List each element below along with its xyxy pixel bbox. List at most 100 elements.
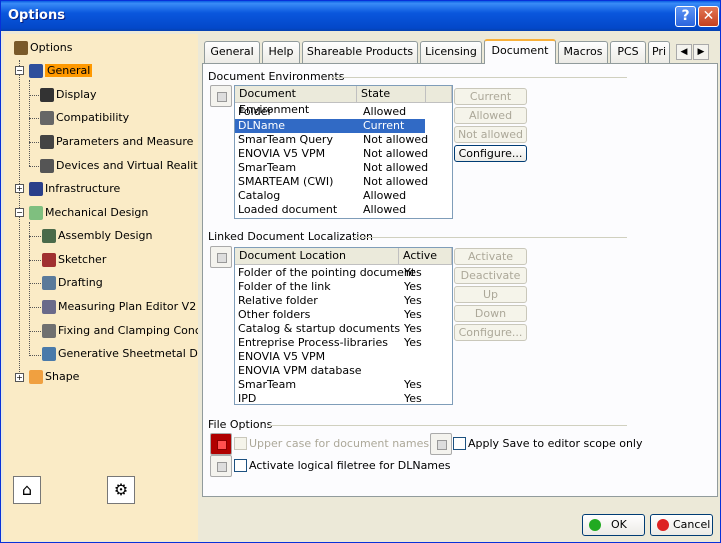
linked-doc-location: Relative folder xyxy=(238,294,318,307)
tab-shareable-products[interactable]: Shareable Products xyxy=(302,41,418,63)
tree-item-label: Mechanical Design xyxy=(45,206,149,219)
linked-doc-row[interactable]: ENOVIA VPM database xyxy=(235,364,452,378)
tree-line xyxy=(29,355,41,356)
tree-item-infrastructure[interactable]: Infrastructure xyxy=(29,179,120,199)
document-tab-panel: Document Environments Document Environme… xyxy=(202,63,718,497)
tab-pcs[interactable]: PCS xyxy=(610,41,646,63)
linked-doc-row[interactable]: Catalog & startup documents Yes xyxy=(235,322,452,336)
linked-doc-row[interactable]: Folder of the pointing document Yes xyxy=(235,266,452,280)
expander-shape[interactable]: + xyxy=(15,373,24,382)
tree-item-assembly[interactable]: Assembly Design xyxy=(42,226,153,246)
doc-env-lock-icon[interactable] xyxy=(210,85,232,107)
doc-env-list[interactable]: Document Environment State Folder Allowe… xyxy=(234,85,453,219)
cancel-label: Cancel xyxy=(673,518,711,531)
linked-doc-row[interactable]: Relative folder Yes xyxy=(235,294,452,308)
tab-pri[interactable]: Pri xyxy=(648,41,670,63)
expander-general[interactable]: − xyxy=(15,66,24,75)
tree-item-drafting[interactable]: Drafting xyxy=(42,273,103,293)
tree-item-sheetmetal[interactable]: Generative Sheetmetal Design xyxy=(42,344,198,364)
linked-doc-location: Folder of the pointing document xyxy=(238,266,416,279)
tree-item-display[interactable]: Display xyxy=(40,85,97,105)
logical-filetree-checkbox[interactable] xyxy=(234,459,247,472)
linked-doc-list[interactable]: Document Location Active Folder of the p… xyxy=(234,247,453,405)
tree-root-options[interactable]: Options xyxy=(14,38,72,58)
linked-doc-configure-button[interactable]: Configure... xyxy=(454,324,527,341)
not-allowed-button[interactable]: Not allowed xyxy=(454,126,527,143)
linked-doc-header-active[interactable]: Active xyxy=(399,248,452,265)
tree-item-general[interactable]: General xyxy=(29,61,93,81)
tree-item-measuring-plan[interactable]: Measuring Plan Editor V2 xyxy=(42,297,196,317)
linked-doc-header-location[interactable]: Document Location xyxy=(235,248,399,265)
up-button[interactable]: Up xyxy=(454,286,527,303)
linked-doc-active: Yes xyxy=(404,294,422,307)
ok-button[interactable]: OK xyxy=(582,514,645,536)
current-button[interactable]: Current xyxy=(454,88,527,105)
doc-env-row[interactable]: SmarTeam Query Not allowed xyxy=(235,133,428,147)
upper-case-lock-icon[interactable] xyxy=(210,433,232,455)
linked-doc-row[interactable]: ENOVIA V5 VPM xyxy=(235,350,452,364)
linked-doc-row[interactable]: Folder of the link Yes xyxy=(235,280,452,294)
tab-general[interactable]: General xyxy=(204,41,260,63)
help-button[interactable]: ? xyxy=(675,6,696,27)
linked-doc-row[interactable]: Other folders Yes xyxy=(235,308,452,322)
cancel-icon xyxy=(657,519,669,531)
linked-doc-row[interactable]: SmarTeam Yes xyxy=(235,378,452,392)
activate-button[interactable]: Activate xyxy=(454,248,527,265)
linked-doc-active: Yes xyxy=(404,266,422,279)
doc-env-row[interactable]: SmarTeam Not allowed xyxy=(235,161,428,175)
tab-scroll-left-icon[interactable]: ◀ xyxy=(676,44,692,60)
doc-env-header-filler xyxy=(426,86,452,103)
tree-item-mechanical-design[interactable]: Mechanical Design xyxy=(29,203,148,223)
upper-case-checkbox[interactable] xyxy=(234,437,247,450)
logical-filetree-lock-icon[interactable] xyxy=(210,455,232,477)
doc-env-header-state[interactable]: State xyxy=(357,86,426,103)
apply-save-checkbox[interactable] xyxy=(453,437,466,450)
tree-item-label: Devices and Virtual Reality xyxy=(56,159,198,172)
linked-doc-row[interactable]: IPD Yes xyxy=(235,392,452,406)
doc-env-row[interactable]: ENOVIA V5 VPM Not allowed xyxy=(235,147,428,161)
expander-mechanical[interactable]: − xyxy=(15,208,24,217)
close-button[interactable]: ✕ xyxy=(698,6,719,27)
expander-infrastructure[interactable]: + xyxy=(15,184,24,193)
tree-item-compatibility[interactable]: Compatibility xyxy=(40,108,129,128)
doc-env-row[interactable]: Folder Allowed xyxy=(235,105,425,119)
apply-save-lock-icon[interactable] xyxy=(430,433,452,455)
doc-env-row[interactable]: Catalog Allowed xyxy=(235,189,425,203)
doc-env-configure-button[interactable]: Configure... xyxy=(454,145,527,162)
title-bar[interactable]: Options ? ✕ xyxy=(1,1,720,31)
tab-macros[interactable]: Macros xyxy=(558,41,608,63)
linked-doc-active: Yes xyxy=(404,280,422,293)
tree-item-shape[interactable]: Shape xyxy=(29,367,79,387)
tab-licensing[interactable]: Licensing xyxy=(420,41,482,63)
doc-env-state: Allowed xyxy=(363,105,407,118)
shape-icon xyxy=(29,370,43,384)
deactivate-button[interactable]: Deactivate xyxy=(454,267,527,284)
doc-env-row[interactable]: SMARTEAM (CWI) Not allowed xyxy=(235,175,428,189)
tree-item-fixing-clamping[interactable]: Fixing and Clamping Concept xyxy=(42,321,198,341)
doc-env-name: SmarTeam Query xyxy=(238,133,333,146)
tree-item-devices[interactable]: Devices and Virtual Reality xyxy=(40,156,198,176)
linked-doc-row[interactable]: Entreprise Process-libraries Yes xyxy=(235,336,452,350)
doc-env-row[interactable]: Loaded document Allowed xyxy=(235,203,425,217)
linked-doc-group-label: Linked Document Localization xyxy=(208,230,374,243)
tree-item-parameters[interactable]: Parameters and Measure xyxy=(40,132,193,152)
linked-doc-lock-icon[interactable] xyxy=(210,246,232,268)
file-options-group-label: File Options xyxy=(208,418,273,431)
tree-item-sketcher[interactable]: Sketcher xyxy=(42,250,106,270)
down-button[interactable]: Down xyxy=(454,305,527,322)
doc-env-name: Folder xyxy=(238,105,272,118)
tree-line xyxy=(29,95,39,96)
doc-env-row[interactable]: DLName Current xyxy=(235,119,425,133)
allowed-button[interactable]: Allowed xyxy=(454,107,527,124)
doc-env-header-name[interactable]: Document Environment xyxy=(235,86,357,116)
tab-scroll-right-icon[interactable]: ▶ xyxy=(693,44,709,60)
tree-item-label: Infrastructure xyxy=(45,182,121,195)
tree-line xyxy=(29,142,39,143)
doc-env-name: DLName xyxy=(238,119,286,132)
options-lock-icon[interactable]: ⚙ xyxy=(107,476,135,504)
tree-item-label: Display xyxy=(56,88,97,101)
options-reset-icon[interactable]: ⌂ xyxy=(13,476,41,504)
cancel-button[interactable]: Cancel xyxy=(650,514,713,536)
tab-help[interactable]: Help xyxy=(262,41,300,63)
tab-document[interactable]: Document xyxy=(484,39,556,64)
